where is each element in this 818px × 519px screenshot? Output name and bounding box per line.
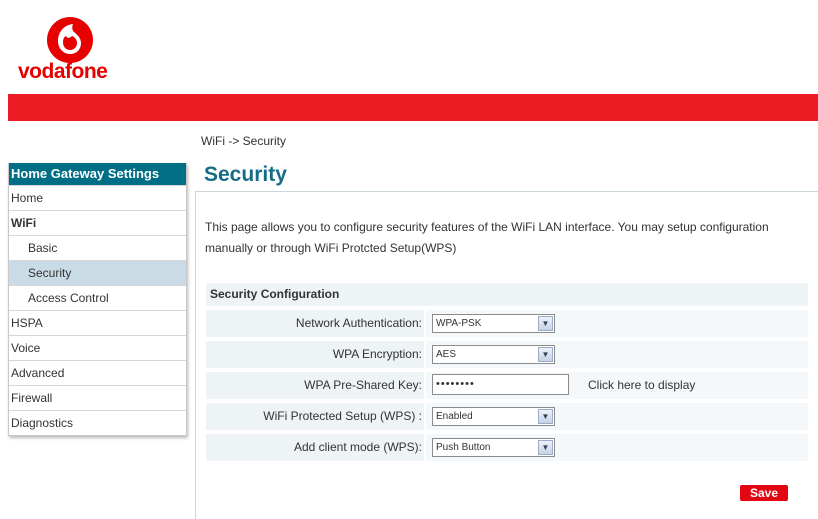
wps-select[interactable]: Enabled ▼ — [432, 407, 555, 426]
vodafone-logo[interactable]: vodafone — [18, 16, 128, 86]
wpa-encryption-row: WPA Encryption: AES ▼ — [206, 341, 808, 368]
select-value: Push Button — [436, 442, 491, 453]
brand-red-bar — [8, 94, 818, 121]
sidebar-item-wifi[interactable]: WiFi — [9, 210, 186, 235]
sidebar-title: Home Gateway Settings — [9, 163, 186, 185]
add-client-mode-select[interactable]: Push Button ▼ — [432, 438, 555, 457]
section-title: Security Configuration — [206, 283, 808, 306]
field-label: Add client mode (WPS): — [293, 440, 422, 454]
page-title: Security — [204, 163, 287, 186]
network-authentication-select[interactable]: WPA-PSK ▼ — [432, 314, 555, 333]
sidebar-item-advanced[interactable]: Advanced — [9, 360, 186, 385]
wpa-encryption-select[interactable]: AES ▼ — [432, 345, 555, 364]
field-label: WPA Pre-Shared Key: — [304, 378, 422, 392]
chevron-down-icon[interactable]: ▼ — [538, 316, 553, 331]
field-label: Network Authentication: — [295, 316, 422, 330]
sidebar-item-home[interactable]: Home — [9, 185, 186, 210]
wpa-pre-shared-key-row: WPA Pre-Shared Key: •••••••• Click here … — [206, 372, 808, 399]
network-authentication-row: Network Authentication: WPA-PSK ▼ — [206, 310, 808, 337]
wpa-pre-shared-key-input[interactable]: •••••••• — [432, 374, 569, 395]
header: vodafone — [0, 0, 818, 94]
field-label: WiFi Protected Setup (WPS) : — [263, 409, 422, 423]
content-divider — [195, 191, 196, 519]
sidebar: Home Gateway Settings Home WiFi Basic Se… — [8, 163, 187, 436]
sidebar-item-security[interactable]: Security — [9, 260, 186, 285]
chevron-down-icon[interactable]: ▼ — [538, 409, 553, 424]
chevron-down-icon[interactable]: ▼ — [538, 347, 553, 362]
add-client-mode-row: Add client mode (WPS): Push Button ▼ — [206, 434, 808, 461]
select-value: AES — [436, 349, 457, 360]
field-label: WPA Encryption: — [332, 347, 422, 361]
vodafone-logo-icon — [47, 17, 93, 63]
chevron-down-icon[interactable]: ▼ — [538, 440, 553, 455]
breadcrumb: WiFi -> Security — [201, 134, 287, 148]
sidebar-item-firewall[interactable]: Firewall — [9, 385, 186, 410]
wps-row: WiFi Protected Setup (WPS) : Enabled ▼ — [206, 403, 808, 430]
select-value: Enabled — [436, 411, 473, 422]
save-button[interactable]: Save — [740, 485, 788, 501]
sidebar-item-basic[interactable]: Basic — [9, 235, 186, 260]
sidebar-item-access-control[interactable]: Access Control — [9, 285, 186, 310]
select-value: WPA-PSK — [436, 318, 482, 329]
page-description: This page allows you to configure securi… — [205, 220, 769, 255]
title-divider — [195, 191, 818, 192]
sidebar-item-diagnostics[interactable]: Diagnostics — [9, 410, 186, 435]
sidebar-item-hspa[interactable]: HSPA — [9, 310, 186, 335]
sidebar-item-voice[interactable]: Voice — [9, 335, 186, 360]
security-configuration-section: Security Configuration Network Authentic… — [206, 283, 808, 461]
show-key-link[interactable]: Click here to display — [588, 378, 695, 392]
brand-name: vodafone — [18, 60, 108, 83]
